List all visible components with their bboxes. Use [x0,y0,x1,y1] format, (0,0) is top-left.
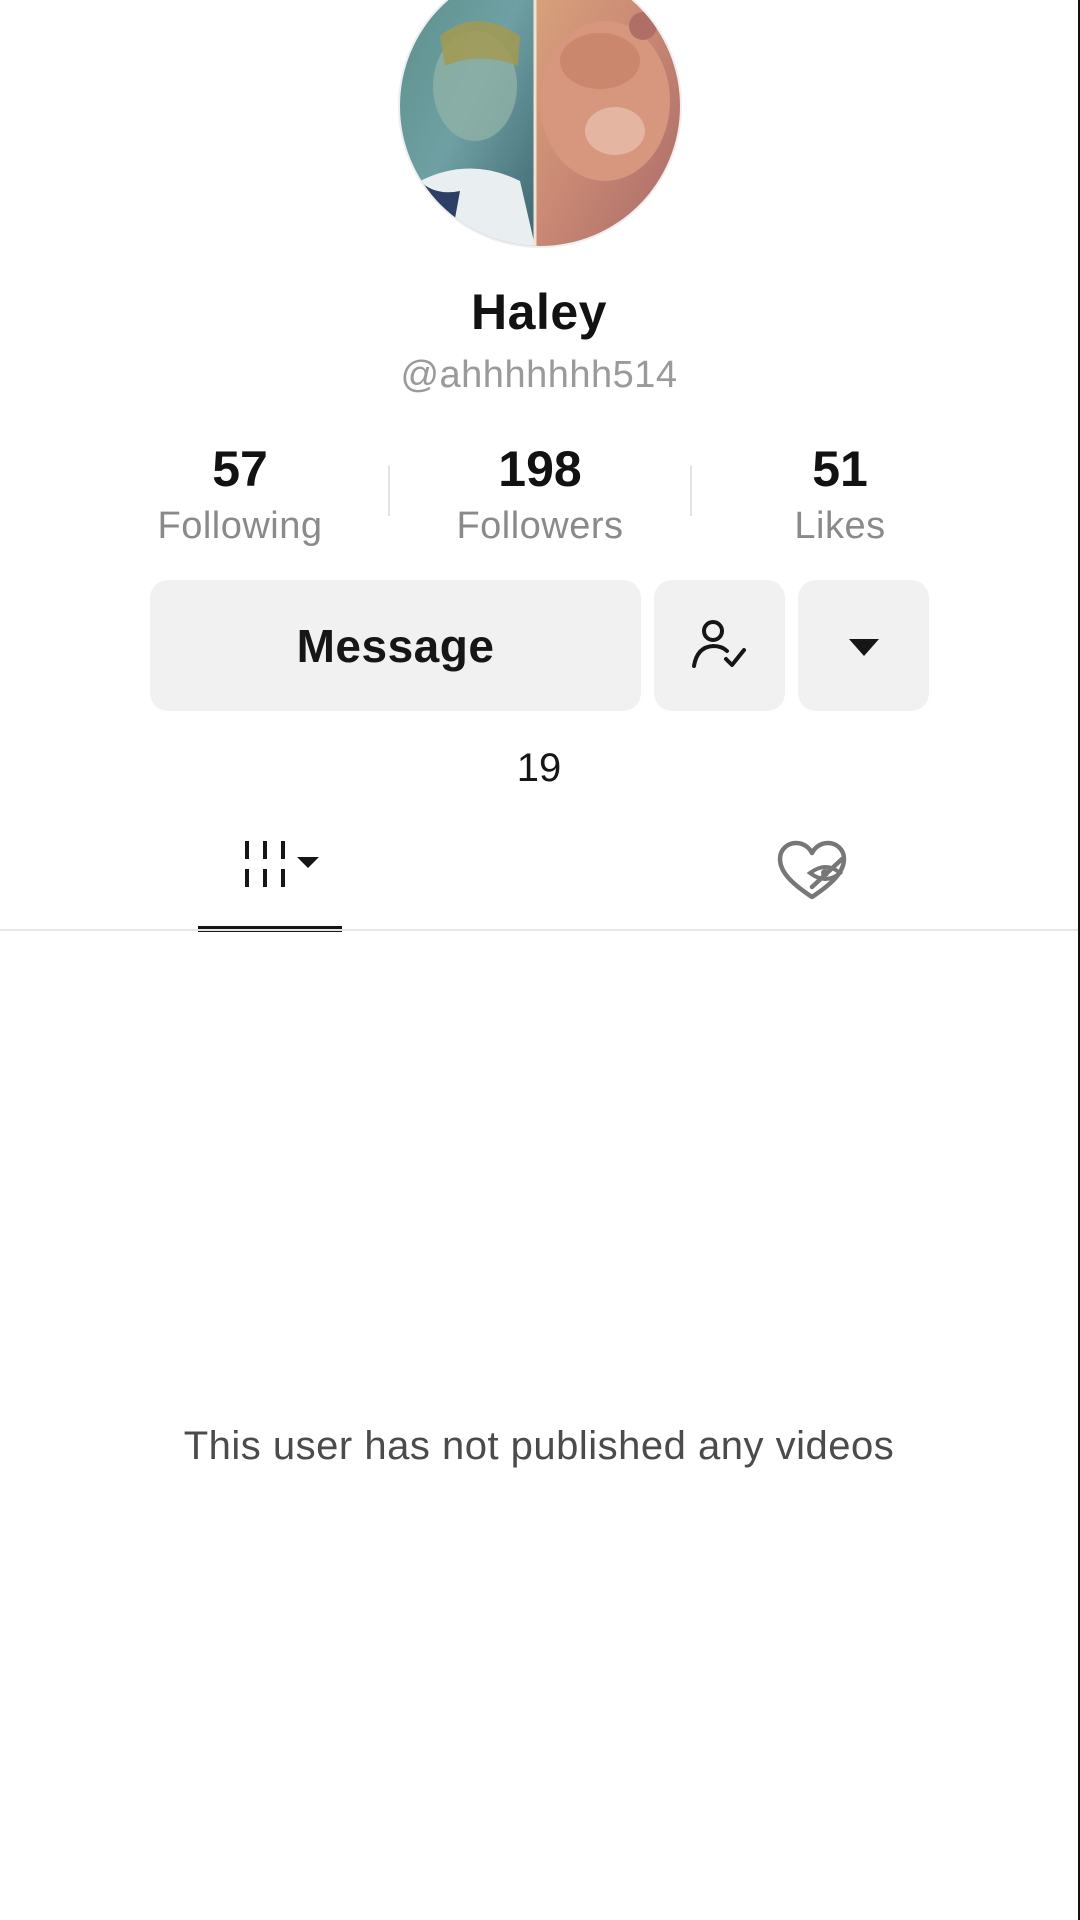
tab-videos[interactable] [198,810,342,930]
following-label: Following [157,505,323,547]
message-button-label: Message [296,619,495,672]
profile-bio: 19 [516,746,562,790]
more-options-button[interactable] [798,580,929,711]
likes-label: Likes [794,505,886,547]
profile-avatar[interactable] [400,0,680,246]
profile-screen: Haley @ahhhhhhh514 57 Following 198 Foll… [0,0,1078,1920]
stat-following[interactable]: 57 Following [120,440,360,548]
display-name: Haley [471,284,607,340]
following-status-button[interactable] [654,580,785,711]
avatar-image [400,0,680,246]
username[interactable]: @ahhhhhhh514 [0,354,1078,397]
stat-likes[interactable]: 51 Likes [720,440,960,548]
tabs-divider [0,929,1078,931]
stat-followers[interactable]: 198 Followers [420,440,660,548]
empty-state-message: This user has not published any videos [183,1424,895,1468]
stat-divider [388,466,390,516]
followers-label: Followers [456,505,624,547]
stat-divider [690,466,692,516]
followers-count: 198 [498,441,582,497]
following-count: 57 [212,441,268,497]
person-check-icon [691,619,746,668]
message-button[interactable]: Message [150,580,641,711]
caret-down-icon [848,638,879,656]
likes-count: 51 [812,441,868,497]
videos-grid-icon [245,841,319,887]
tab-liked[interactable] [740,810,884,930]
liked-hidden-icon [777,840,847,900]
